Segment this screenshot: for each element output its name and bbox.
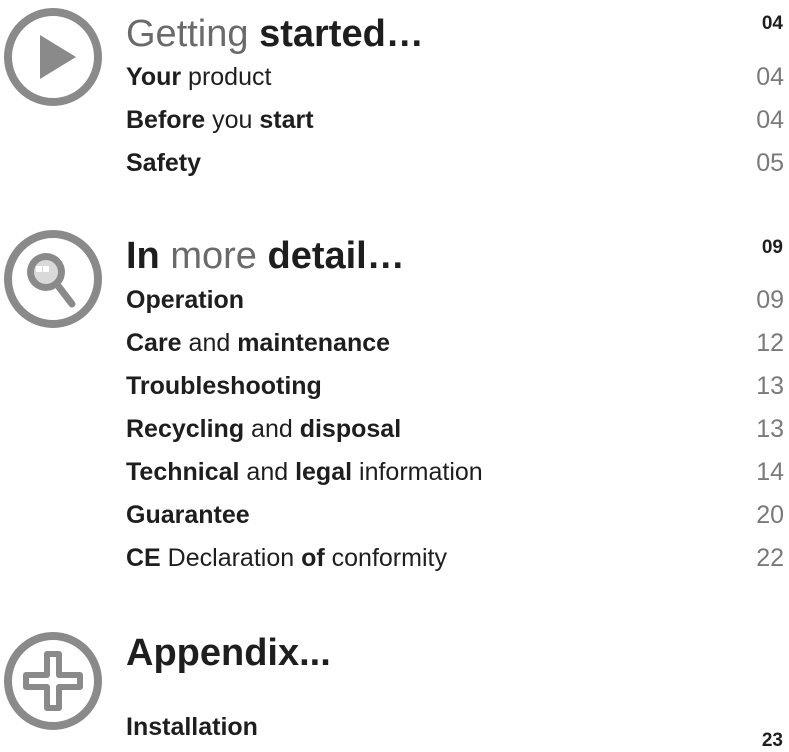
section-heading-in-more-detail: In more detail… bbox=[126, 235, 405, 277]
toc-entry[interactable]: Technical and legal information 14 bbox=[126, 457, 784, 487]
toc-entry[interactable]: Operation 09 bbox=[126, 285, 784, 315]
section-page-number: 09 bbox=[761, 237, 783, 258]
toc-entry[interactable]: Guarantee 20 bbox=[126, 500, 784, 530]
toc-entry[interactable]: Care and maintenance 12 bbox=[126, 328, 784, 358]
toc-entry[interactable]: Before you start 04 bbox=[126, 105, 784, 135]
toc-entry[interactable]: Troubleshooting 13 bbox=[126, 371, 784, 401]
toc-entry[interactable]: Recycling and disposal 13 bbox=[126, 414, 784, 444]
page-number: 14 bbox=[756, 458, 784, 486]
page-number: 22 bbox=[756, 544, 784, 572]
page-number: 13 bbox=[756, 372, 784, 400]
page-number: 20 bbox=[756, 501, 784, 529]
toc-entry[interactable]: Safety 05 bbox=[126, 148, 784, 178]
magnifier-icon bbox=[0, 226, 106, 332]
toc-entry[interactable]: Installation bbox=[126, 712, 784, 742]
page-number: 05 bbox=[756, 149, 784, 177]
toc-entry[interactable]: Your product 04 bbox=[126, 62, 784, 92]
plus-icon bbox=[0, 628, 106, 734]
section-heading-appendix: Appendix... bbox=[126, 632, 331, 674]
page-number: 23 bbox=[761, 730, 783, 751]
page-number: 04 bbox=[756, 106, 784, 134]
page-number: 09 bbox=[756, 286, 784, 314]
toc-entry[interactable]: CE Declaration of conformity 22 bbox=[126, 543, 784, 573]
page-number: 12 bbox=[756, 329, 784, 357]
play-icon bbox=[0, 4, 106, 110]
page-number: 13 bbox=[756, 415, 784, 443]
page-number: 04 bbox=[756, 63, 784, 91]
section-page-number: 04 bbox=[761, 13, 783, 34]
section-heading-getting-started: Getting started… bbox=[126, 13, 424, 55]
